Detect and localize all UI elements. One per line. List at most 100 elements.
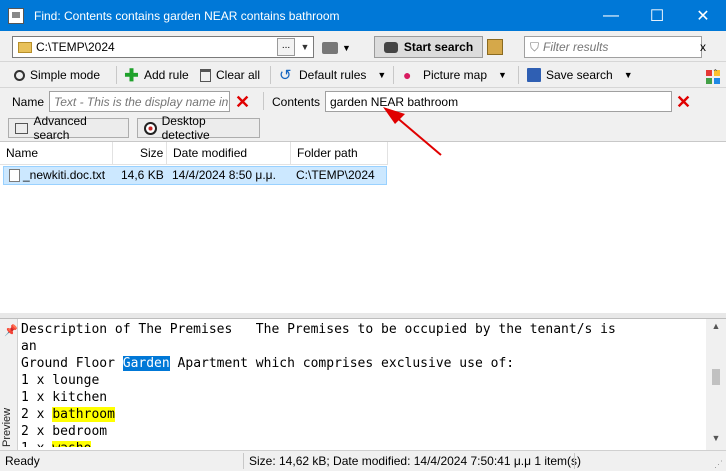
app-icon [8,7,24,24]
toolbar-separator [518,66,519,84]
add-rule-label: Add rule [144,68,189,82]
column-header-name[interactable]: Name [0,142,113,165]
column-header-folder-path[interactable]: Folder path [291,142,388,165]
chevron-down-icon[interactable]: ▼ [377,70,386,80]
name-rule-input[interactable] [50,92,229,111]
funnel-icon: ⛉ [530,39,540,54]
preview-line: Description of The Premises The Premises… [21,322,616,337]
contents-rule-label: Contents [272,95,321,109]
path-value[interactable]: C:\TEMP\2024 [36,40,277,54]
search-mode-bar: Advanced search Desktop detective [0,114,726,142]
scroll-down-icon[interactable]: ▼ [706,433,726,447]
network-location-button[interactable]: ▼ [322,39,362,57]
highlight-bathroom: bathroom [52,407,115,422]
rules-toolbar: Simple mode ✚ Add rule Clear all ↺ Defau… [0,62,726,87]
browse-button[interactable]: ... [277,38,295,56]
pin-icon[interactable]: 📌 [4,324,18,337]
desktop-detective-label: Desktop detective [161,114,210,142]
save-search-label: Save search [546,68,613,82]
table-row[interactable]: _newkiti.doc.txt 14,6 KB 14/4/2024 8:50 … [3,166,387,185]
preview-line: 2 x bedroom [21,424,108,439]
undo-icon: ↺ [279,66,292,84]
minimize-button[interactable]: — [588,0,634,31]
toolbar-separator [116,66,117,84]
chevron-down-icon[interactable]: ▼ [342,43,351,53]
start-search-button[interactable]: Start search [374,36,483,58]
file-name: _newkiti.doc.txt [23,168,106,182]
file-folder-path: C:\TEMP\2024 [296,168,375,182]
rules-area: Name ✕ Contents garden NEAR bathroom ✕ [0,88,726,116]
network-drive-icon [322,42,338,54]
simple-mode-button[interactable]: Simple mode [14,65,100,85]
remove-contents-rule-icon[interactable]: ✕ [676,93,691,111]
close-button[interactable]: ✕ [680,0,726,31]
preview-text-segment: Ground Floor [21,356,123,371]
filter-clear-button[interactable]: x [700,40,706,54]
name-rule-label: Name [12,95,45,109]
picture-map-button[interactable]: ● Picture map ▼ [403,65,507,85]
picture-map-label: Picture map [423,68,488,82]
filter-results-input[interactable] [539,40,701,54]
save-search-button[interactable]: Save search ▼ [527,65,633,85]
advanced-search-button[interactable]: Advanced search [8,114,129,142]
preview-text-segment: 1 x [21,441,52,447]
rule-separator [263,92,264,110]
remove-name-rule-icon[interactable]: ✕ [235,93,250,111]
binoculars-icon [383,41,398,53]
status-ready: Ready [5,454,40,468]
chevron-down-icon[interactable]: ▼ [297,42,313,52]
preview-line: Ground Floor Garden Apartment which comp… [21,355,705,372]
target-icon [144,121,157,135]
contents-rule-input[interactable]: garden NEAR bathroom [325,91,672,112]
chevron-down-icon[interactable]: ▼ [498,70,507,80]
scroll-up-icon[interactable]: ▲ [706,321,726,335]
column-header-size[interactable]: Size [113,142,167,165]
default-rules-label: Default rules [299,68,367,82]
status-divider [243,453,244,469]
toolbar-separator [270,66,271,84]
status-bar: Ready Size: 14,62 kB; Date modified: 14/… [0,450,726,471]
desktop-detective-button[interactable]: Desktop detective [137,114,260,142]
magnifier-icon [14,69,25,81]
toolbar-separator [393,66,394,84]
default-rules-button[interactable]: ↺ Default rules ▼ [279,65,386,85]
notes-icon[interactable] [487,39,503,55]
folder-icon [18,41,32,53]
resize-grip-icon[interactable]: ⋰ [714,459,724,469]
add-rule-button[interactable]: ✚ Add rule [124,65,189,85]
name-rule-field[interactable] [49,91,230,112]
clear-all-button[interactable]: Clear all [200,65,260,85]
preview-text-segment: 2 x [21,407,53,422]
status-divider [574,453,575,469]
text-file-icon [9,169,20,182]
highlight-partial: washo [52,441,92,447]
title-bar: Find: Contents contains garden NEAR cont… [0,0,726,31]
file-size: 14,6 KB [121,168,164,182]
preview-side-label: Preview [1,407,13,447]
preview-line: 1 x lounge [21,373,100,388]
preview-pane: 📌 Preview Description of The Premises Th… [0,318,726,451]
preview-text[interactable]: Description of The Premises The Premises… [21,321,705,447]
preview-line: 2 x bathroom [21,406,705,423]
map-pin-icon: ● [403,66,412,83]
chevron-down-icon[interactable]: ▼ [624,70,633,80]
filter-results-field[interactable]: ⛉ x [524,36,706,58]
scroll-thumb[interactable] [712,369,720,385]
simple-mode-label: Simple mode [30,68,101,82]
advanced-search-icon [15,122,29,134]
highlight-garden: Garden [122,356,170,371]
search-location-bar: C:\TEMP\2024 ... ▼ ▼ Start search ⛉ x [0,31,726,84]
preview-line: an [21,339,37,354]
preview-text-segment: Apartment which comprises exclusive use … [169,356,515,371]
advanced-search-label: Advanced search [33,114,87,142]
toolbar-overflow-chevron-icon[interactable]: ⌃ [712,68,719,77]
results-header: Name Size Date modified Folder path [0,142,388,165]
trash-icon [200,68,211,82]
clear-all-label: Clear all [216,68,261,82]
path-combobox[interactable]: C:\TEMP\2024 ... ▼ [12,36,314,58]
maximize-button[interactable]: ☐ [634,0,680,31]
results-list[interactable]: Name Size Date modified Folder path _new… [0,141,726,313]
column-header-date-modified[interactable]: Date modified [167,142,291,165]
floppy-disk-icon [527,68,541,82]
preview-scrollbar[interactable]: ▲ ▼ [706,319,726,451]
